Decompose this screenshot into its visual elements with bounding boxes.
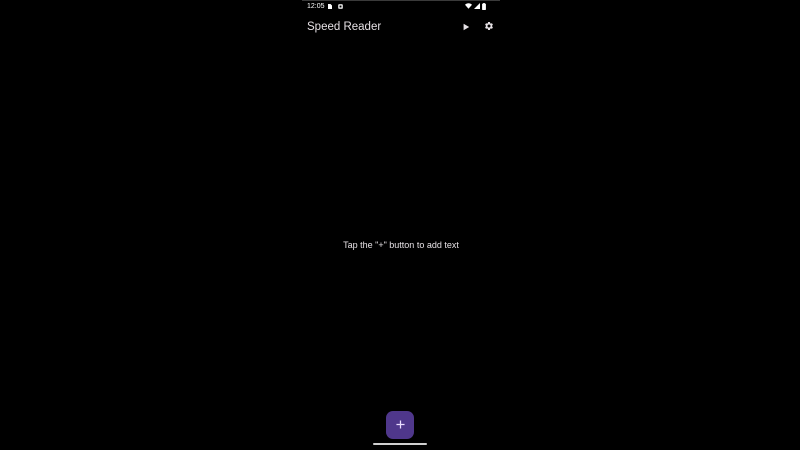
app-bar: Speed Reader [302,13,500,41]
play-icon [462,18,470,36]
settings-gear-icon [484,18,494,36]
empty-state-message: Tap the "+" button to add text [343,240,459,250]
play-button[interactable] [458,19,474,35]
device-screen: 12:05 Speed Reader Tap the "+" button to… [302,0,500,450]
add-text-button[interactable] [386,411,414,439]
sim-card-icon [327,4,332,9]
add-icon [395,416,405,434]
battery-icon [482,2,486,12]
status-time: 12:05 [307,3,325,10]
settings-button[interactable] [481,19,497,35]
cell-signal-icon [474,3,480,11]
notification-icon [338,4,343,9]
app-title: Speed Reader [307,21,382,33]
status-bar: 12:05 [302,1,500,13]
wifi-icon [465,3,472,11]
gesture-navigation-bar[interactable] [373,443,427,445]
status-icons [465,2,486,12]
